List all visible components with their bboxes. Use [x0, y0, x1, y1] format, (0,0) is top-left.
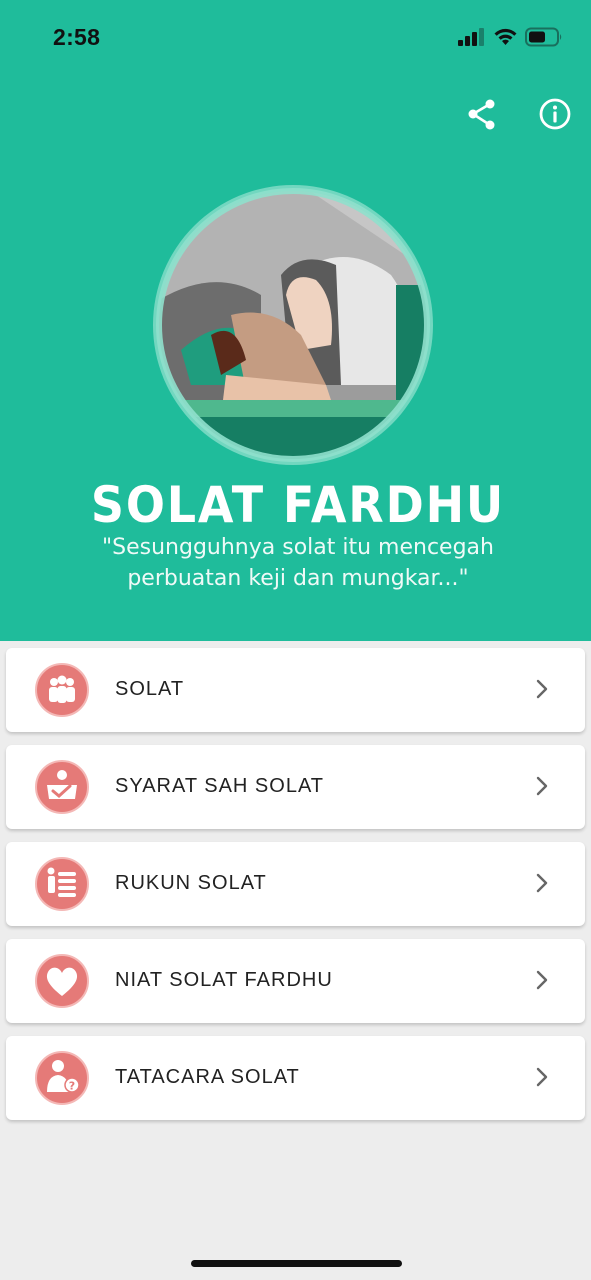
list-icon — [35, 857, 89, 911]
chevron-right-icon — [536, 873, 548, 893]
menu-item-niat-solat-fardhu[interactable]: NIAT SOLAT FARDHU — [6, 939, 585, 1023]
menu-item-rukun-solat[interactable]: RUKUN SOLAT — [6, 842, 585, 926]
menu-item-label: NIAT SOLAT FARDHU — [115, 969, 333, 991]
info-button[interactable] — [537, 96, 573, 132]
tagline-line-2: perbuatan keji dan mungkar..." — [127, 566, 469, 591]
home-indicator[interactable] — [191, 1260, 402, 1267]
menu-list: SOLAT SYARAT SAH SOLAT RUKUN SOLAT NIAT … — [6, 648, 585, 1133]
wifi-icon — [494, 28, 517, 45]
header: 2:58 SOLAT FARDHU "Sesungguhnya solat it… — [0, 0, 591, 641]
chevron-right-icon — [536, 1067, 548, 1087]
tagline-line-1: "Sesungguhnya solat itu mencegah — [102, 535, 494, 560]
heart-icon — [35, 954, 89, 1008]
battery-icon — [525, 27, 562, 47]
menu-item-tatacara-solat[interactable]: ? TATACARA SOLAT — [6, 1036, 585, 1120]
menu-item-label: SYARAT SAH SOLAT — [115, 775, 325, 797]
checklist-person-icon — [35, 760, 89, 814]
chevron-right-icon — [536, 970, 548, 990]
share-button[interactable] — [464, 96, 500, 132]
status-time: 2:58 — [53, 24, 101, 50]
app-title: SOLAT FARDHU — [90, 476, 506, 534]
share-icon — [468, 99, 495, 130]
status-bar: 2:58 — [0, 0, 591, 76]
person-question-icon: ? — [35, 1051, 89, 1105]
chevron-right-icon — [536, 679, 548, 699]
menu-item-solat[interactable]: SOLAT — [6, 648, 585, 732]
info-icon — [539, 98, 571, 130]
svg-text:?: ? — [69, 1080, 75, 1093]
menu-item-label: TATACARA SOLAT — [115, 1066, 300, 1088]
menu-item-label: RUKUN SOLAT — [115, 872, 267, 894]
menu-item-label: SOLAT — [115, 678, 185, 700]
menu-item-syarat-sah-solat[interactable]: SYARAT SAH SOLAT — [6, 745, 585, 829]
group-people-icon — [35, 663, 89, 717]
tagline: "Sesungguhnya solat itu mencegah perbuat… — [0, 532, 591, 594]
hero-illustration — [153, 185, 433, 465]
chevron-right-icon — [536, 776, 548, 796]
cellular-signal-icon — [458, 28, 484, 46]
